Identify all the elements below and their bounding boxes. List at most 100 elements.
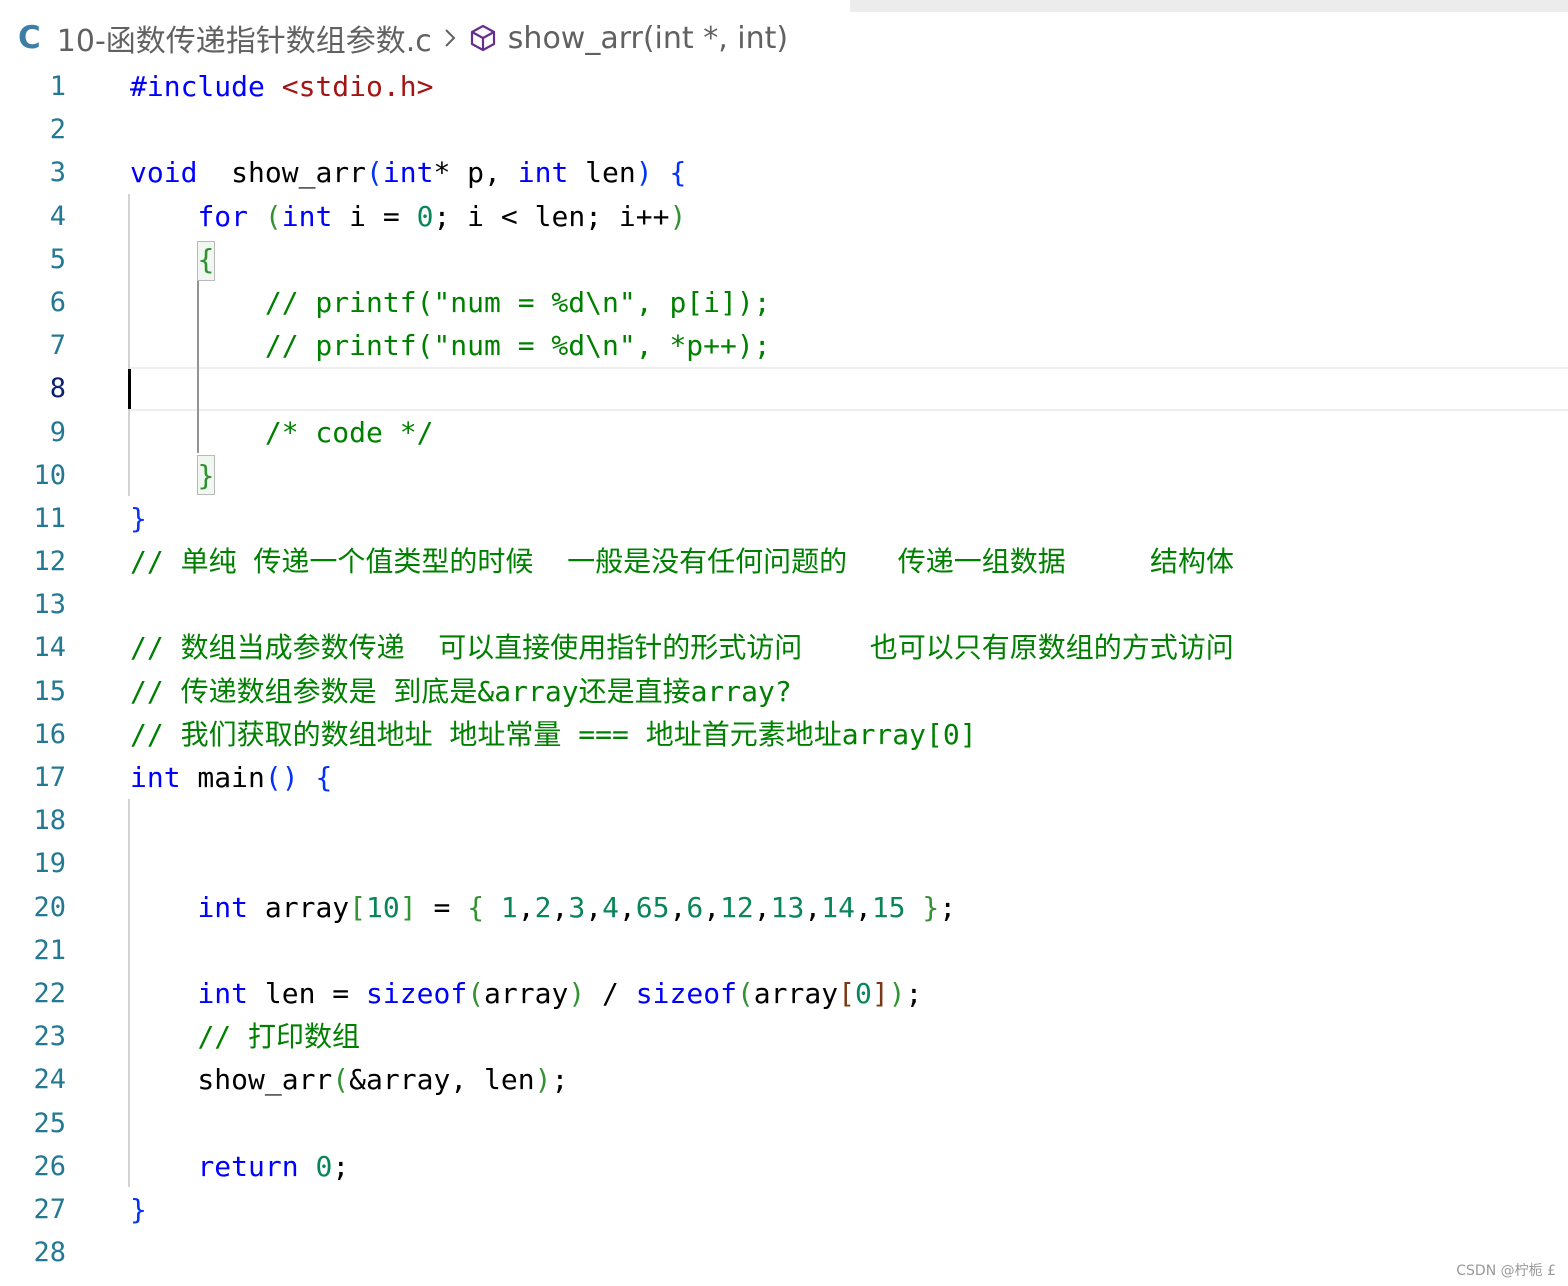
code-token: , [804, 890, 822, 924]
code-line[interactable]: 2 [0, 108, 1568, 151]
code-text: // printf("num = %d\n", p[i]); [130, 281, 771, 324]
code-token: , [517, 890, 535, 924]
code-line[interactable]: 13 [0, 583, 1568, 626]
code-token: int [281, 199, 333, 233]
line-number: 6 [49, 286, 66, 318]
code-line[interactable]: 9 /* code */ [0, 411, 1568, 454]
code-line[interactable]: 12 // 单纯 传递一个值类型的时候 一般是没有任何问题的 传递一组数据 结构体 [0, 540, 1568, 583]
code-token: for [197, 199, 249, 233]
code-line[interactable]: 23 // 打印数组 [0, 1015, 1568, 1058]
line-number: 5 [49, 243, 66, 275]
code-token: int [130, 761, 181, 794]
code-token: * p, [433, 156, 518, 190]
code-token: // 我们获取的数组地址 地址常量 === 地址首元素地址array[0] [130, 717, 977, 751]
breadcrumb-symbol[interactable]: show_arr(int *, int) [508, 21, 788, 56]
code-token: 2 [534, 890, 552, 924]
code-token: ] [871, 976, 889, 1010]
line-number: 4 [49, 200, 66, 232]
code-token: int [382, 156, 434, 190]
code-token: // 数组当成参数传递 可以直接使用指针的形式访问 也可以只有原数组的方式访问 [130, 631, 1234, 665]
code-line[interactable]: 15 // 传递数组参数是 到底是&array还是直接array? [0, 670, 1568, 713]
inactive-tab[interactable] [1195, 0, 1568, 12]
code-line[interactable]: 16 // 我们获取的数组地址 地址常量 === 地址首元素地址array[0] [0, 713, 1568, 756]
code-line[interactable]: 7 // printf("num = %d\n", *p++); [0, 324, 1568, 367]
code-line[interactable]: 26 return 0; [0, 1145, 1568, 1188]
code-text: // printf("num = %d\n", *p++); [130, 324, 771, 367]
code-line[interactable]: 25 [0, 1102, 1568, 1145]
watermark: CSDN @柠栀 £ [1456, 1263, 1556, 1279]
code-line[interactable]: 20 int array[10] = { 1,2,3,4,65,6,12,13,… [0, 886, 1568, 929]
code-token: } [130, 501, 147, 535]
code-line[interactable]: 17 int main() { [0, 756, 1568, 799]
code-token: // printf("num = %d\n", *p++); [264, 329, 771, 363]
code-token: ( [332, 1063, 350, 1097]
code-token: show_arr [130, 1063, 333, 1097]
code-token: array [248, 890, 350, 924]
code-token: 4 [602, 890, 619, 924]
line-number: 16 [33, 718, 66, 750]
code-line[interactable]: 28 [0, 1231, 1568, 1274]
code-line[interactable]: 4 for (int i = 0; i < len; i++) [0, 195, 1568, 238]
line-number: 15 [33, 675, 66, 707]
code-token: } [922, 890, 940, 924]
code-line[interactable]: 3 void show_arr(int* p, int len) { [0, 151, 1568, 194]
code-token: = [416, 890, 468, 924]
line-number: 23 [33, 1021, 66, 1053]
code-editor[interactable]: 1 #include <stdio.h> 2 3 void show_arr(int* … [0, 65, 1568, 1274]
code-token: 0 [416, 199, 434, 233]
code-line[interactable]: 18 [0, 799, 1568, 842]
code-line[interactable]: 27} [0, 1188, 1568, 1231]
code-token: len [568, 156, 636, 190]
cube-icon [468, 23, 498, 53]
line-number: 12 [33, 546, 66, 578]
code-line[interactable]: 10 } [0, 454, 1568, 497]
code-token: 1 [500, 890, 518, 924]
code-line[interactable]: 1 #include <stdio.h> [0, 65, 1568, 108]
line-number: 14 [33, 632, 66, 664]
code-token: ( [467, 976, 485, 1010]
code-token: , [703, 890, 721, 924]
code-line[interactable]: 24 show_arr(&array, len); [0, 1058, 1568, 1101]
code-line[interactable]: 8 [0, 367, 1568, 411]
code-line[interactable]: 5 { [0, 238, 1568, 281]
code-token: 6 [686, 890, 704, 924]
code-text: int array[10] = { 1,2,3,4,65,6,12,13,14,… [130, 886, 956, 929]
chevron-right-icon [442, 26, 458, 50]
code-token: sizeof [366, 976, 468, 1010]
line-number: 25 [33, 1107, 66, 1139]
code-token: ( [366, 156, 383, 190]
code-token: ( [736, 976, 754, 1010]
bracket-match-open [197, 241, 215, 281]
code-text: void show_arr(int* p, int len) { [130, 151, 686, 194]
code-token: ) [888, 976, 906, 1010]
code-token: } [130, 1192, 147, 1226]
code-token: int [197, 976, 249, 1010]
text-cursor [128, 369, 131, 409]
code-token: i = [332, 199, 417, 233]
code-text: } [130, 1188, 147, 1231]
line-number: 3 [49, 157, 66, 189]
code-token: () [264, 761, 299, 794]
code-line[interactable]: 22 int len = sizeof(array) / sizeof(arra… [0, 972, 1568, 1015]
code-line[interactable]: 6 // printf("num = %d\n", p[i]); [0, 281, 1568, 324]
code-token: // 打印数组 [197, 1020, 361, 1054]
code-token: , [551, 890, 569, 924]
code-line[interactable]: 19 [0, 842, 1568, 885]
code-token: 15 [871, 890, 906, 924]
c-file-icon: C [18, 20, 41, 56]
code-token: / [585, 976, 636, 1010]
breadcrumb-file[interactable]: 10-函数传递指针数组参数.c [57, 16, 432, 60]
breadcrumb: C 10-函数传递指针数组参数.c show_arr(int *, int) [18, 16, 788, 60]
code-token: void [130, 156, 198, 190]
code-line[interactable]: 14 // 数组当成参数传递 可以直接使用指针的形式访问 也可以只有原数组的方式访… [0, 626, 1568, 669]
line-number: 9 [49, 416, 66, 448]
code-line[interactable]: 21 [0, 929, 1568, 972]
code-text: // 单纯 传递一个值类型的时候 一般是没有任何问题的 传递一组数据 结构体 [130, 540, 1234, 583]
line-number: 1 [49, 71, 66, 102]
inactive-tab[interactable] [850, 0, 1240, 12]
code-line[interactable]: 11} [0, 497, 1568, 540]
code-token: // 单纯 传递一个值类型的时候 一般是没有任何问题的 传递一组数据 结构体 [130, 545, 1235, 579]
